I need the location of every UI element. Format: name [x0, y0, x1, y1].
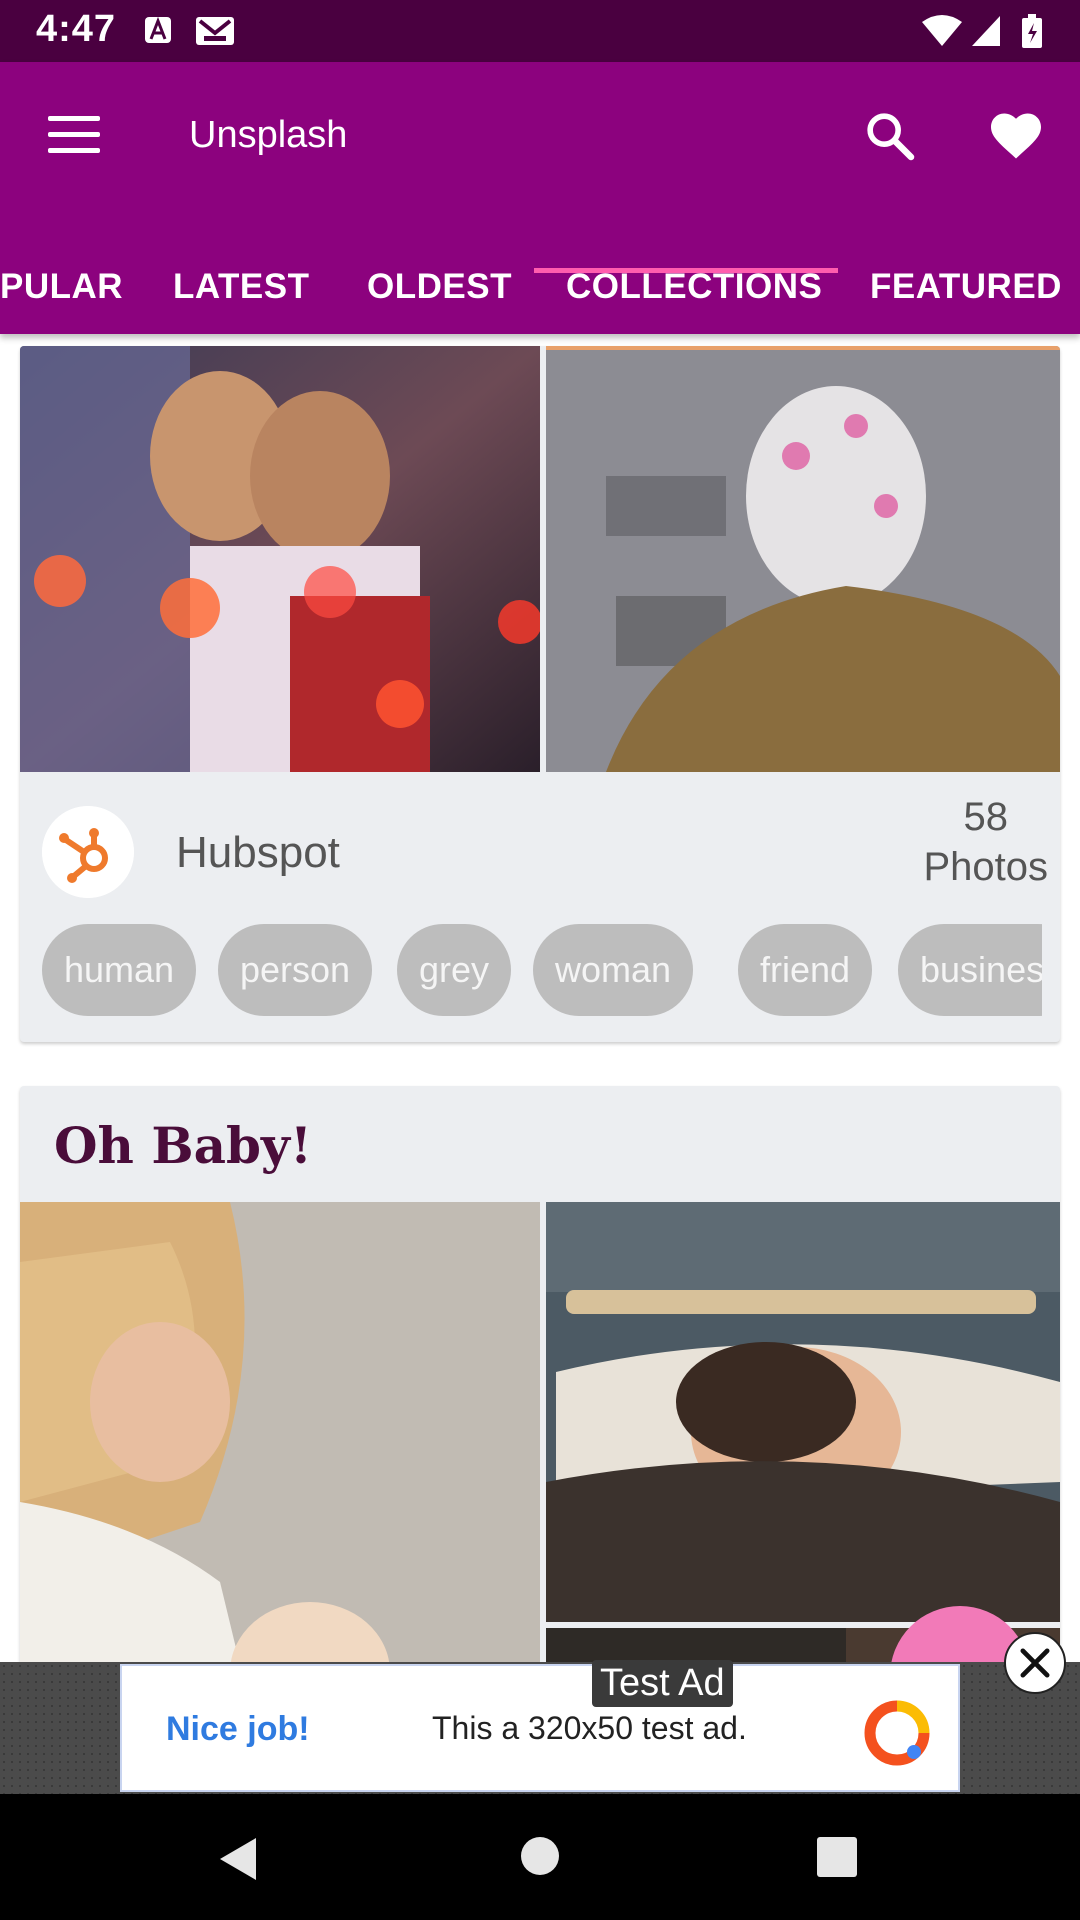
- ad-headline: Nice job!: [166, 1710, 310, 1748]
- back-icon[interactable]: [216, 1834, 260, 1884]
- hubspot-logo-icon: [42, 806, 134, 898]
- heart-icon[interactable]: [986, 106, 1046, 166]
- tag-chip[interactable]: person: [218, 924, 373, 1016]
- collection-photo-mother-baby[interactable]: [20, 1202, 540, 1706]
- tab-popular[interactable]: PULAR: [0, 252, 123, 334]
- collection-photo-elderly-woman[interactable]: [546, 346, 1060, 772]
- battery-icon: [1022, 14, 1042, 48]
- collection-photo-sleeping-baby[interactable]: [546, 1202, 1060, 1622]
- tag-chip[interactable]: grey: [397, 924, 512, 1016]
- signal-icon: [972, 16, 1000, 46]
- gmail-icon: [196, 17, 234, 45]
- search-icon[interactable]: [862, 108, 918, 164]
- photo-count-unit: Photos: [923, 845, 1048, 889]
- tab-indicator: [534, 268, 838, 273]
- tag-chip[interactable]: woman: [533, 924, 694, 1016]
- tab-latest[interactable]: LATEST: [173, 252, 310, 334]
- ad-label: Test Ad: [592, 1660, 733, 1707]
- tag-chip[interactable]: friend: [738, 924, 873, 1016]
- collection-photo-children-lights[interactable]: [20, 346, 540, 772]
- tab-oldest[interactable]: OLDEST: [367, 252, 512, 334]
- recents-icon[interactable]: [816, 1836, 858, 1878]
- tag-chip[interactable]: human: [42, 924, 197, 1016]
- tab-bar: PULAR LATEST OLDEST COLLECTIONS FEATURED: [0, 252, 1080, 334]
- ad-close-icon[interactable]: [1004, 1632, 1066, 1694]
- ad-banner[interactable]: Test Ad Nice job! This a 320x50 test ad.: [0, 1660, 1080, 1794]
- app-bar: Unsplash PULAR LATEST OLDEST COLLECTIONS…: [0, 62, 1080, 334]
- status-time: 4:47: [36, 8, 117, 50]
- a-notification-icon: [145, 16, 171, 43]
- ad-text: This a 320x50 test ad.: [432, 1710, 747, 1746]
- collection-card-oh-baby[interactable]: Oh Baby!: [20, 1086, 1060, 1706]
- photo-count-number: 58: [963, 795, 1008, 839]
- collection-card-hubspot[interactable]: Hubspot 58 Photos human person grey woma…: [20, 346, 1060, 1042]
- tag-list: human person grey woman friend business: [42, 924, 1042, 1018]
- tab-collections[interactable]: COLLECTIONS: [566, 252, 822, 334]
- menu-icon[interactable]: [48, 116, 100, 160]
- ad-content[interactable]: Test Ad Nice job! This a 320x50 test ad.: [120, 1660, 960, 1792]
- tag-chip[interactable]: business: [898, 924, 1042, 1016]
- tab-featured[interactable]: FEATURED: [870, 252, 1062, 334]
- home-icon[interactable]: [520, 1836, 560, 1876]
- ad-logo-icon: [864, 1700, 930, 1766]
- photo-count: 58 Photos: [923, 792, 1048, 892]
- system-nav-bar: [0, 1794, 1080, 1920]
- status-bar: 4:47: [0, 0, 1080, 62]
- collection-name: Hubspot: [176, 828, 340, 877]
- wifi-icon: [922, 15, 962, 46]
- app-title: Unsplash: [189, 114, 348, 156]
- collection-title: Oh Baby!: [54, 1116, 312, 1175]
